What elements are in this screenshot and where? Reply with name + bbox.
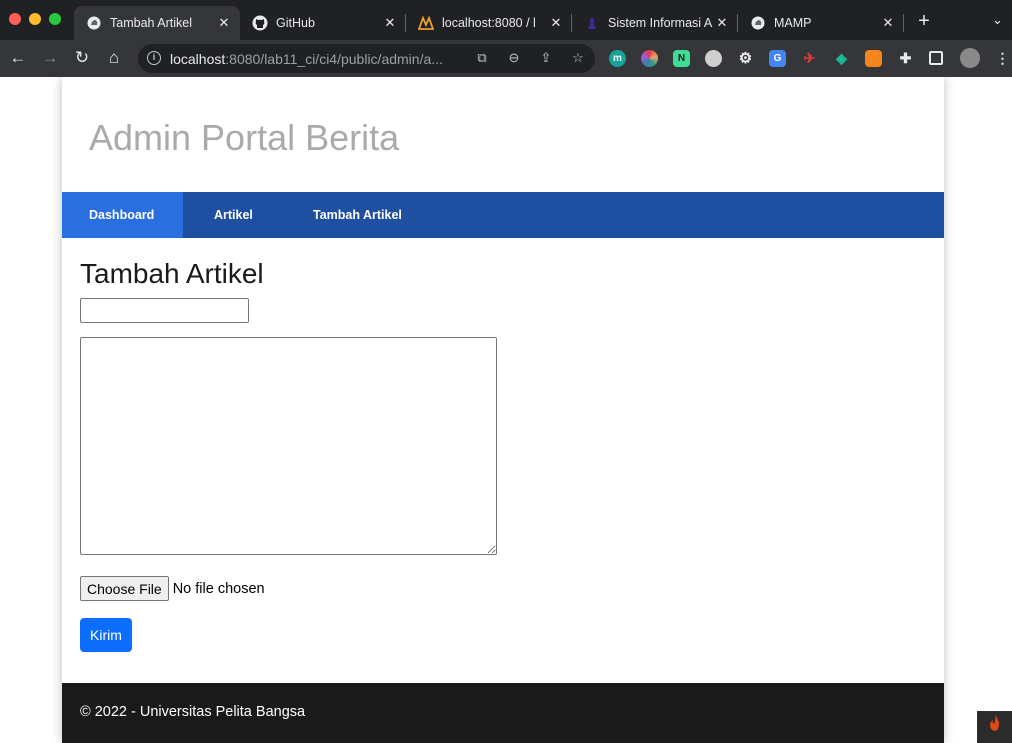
close-icon[interactable]: ✕: [548, 15, 564, 31]
tab-title: MAMP: [774, 16, 812, 30]
tab-phpmyadmin[interactable]: localhost:8080 / l ✕: [406, 6, 572, 40]
avatar[interactable]: [960, 48, 980, 68]
puzzle-extensions-icon[interactable]: ✚: [897, 50, 914, 67]
close-icon[interactable]: ✕: [216, 15, 232, 31]
url-text[interactable]: localhost:8080/lab11_ci/ci4/public/admin…: [170, 51, 443, 67]
metamask-fox-icon[interactable]: [865, 50, 882, 67]
github-icon: [252, 15, 268, 31]
nav-artikel[interactable]: Artikel: [183, 192, 282, 238]
diamond-extension-icon[interactable]: ◈: [833, 50, 850, 67]
site-header: Admin Portal Berita: [62, 77, 944, 192]
content-textarea[interactable]: [80, 337, 497, 555]
browser-toolbar: ← → ↻ ⌂ i localhost:8080/lab11_ci/ci4/pu…: [0, 40, 1012, 77]
new-tab-plus-icon[interactable]: +: [914, 11, 934, 32]
university-icon: [584, 15, 600, 31]
site-title: Admin Portal Berita: [89, 117, 400, 158]
zoom-icon[interactable]: ⊖: [506, 50, 522, 66]
bookmark-star-icon[interactable]: ☆: [570, 50, 586, 66]
info-icon[interactable]: i: [147, 51, 161, 65]
tab-title: Tambah Artikel: [110, 16, 192, 30]
google-translate-icon[interactable]: G: [769, 50, 786, 67]
footer-copyright: © 2022 - Universitas Pelita Bangsa: [80, 704, 306, 720]
tab-mamp[interactable]: MAMP ✕: [738, 6, 904, 40]
forward-arrow-icon[interactable]: →: [40, 48, 60, 68]
tab-separator: [903, 14, 904, 32]
nav-dashboard[interactable]: Dashboard: [62, 192, 183, 238]
close-icon[interactable]: ✕: [382, 15, 398, 31]
tab-tambah-artikel[interactable]: Tambah Artikel ✕: [74, 6, 240, 40]
close-icon[interactable]: ✕: [714, 15, 730, 31]
page-title: Tambah Artikel: [80, 258, 264, 289]
tab-github[interactable]: GitHub ✕: [240, 6, 406, 40]
file-status-text: No file chosen: [172, 580, 265, 597]
mamp-elephant-icon: [86, 15, 102, 31]
tab-title: GitHub: [276, 16, 315, 30]
nav-tambah-artikel[interactable]: Tambah Artikel: [282, 192, 432, 238]
phpmyadmin-icon: [418, 15, 434, 31]
share-icon[interactable]: ⇪: [538, 50, 554, 66]
window-minimize-button[interactable]: [29, 13, 41, 25]
title-input[interactable]: [80, 298, 249, 323]
back-arrow-icon[interactable]: ←: [8, 48, 28, 68]
site-footer: © 2022 - Universitas Pelita Bangsa: [62, 683, 944, 743]
tab-title: Sistem Informasi A: [608, 16, 713, 30]
extension-elephant-icon[interactable]: [705, 50, 722, 67]
window-zoom-button[interactable]: [49, 13, 61, 25]
more-vert-icon[interactable]: ⋮: [994, 50, 1011, 67]
open-external-icon[interactable]: ⧉: [474, 50, 490, 66]
rocket-extension-icon[interactable]: ✈: [801, 50, 818, 67]
home-icon[interactable]: ⌂: [104, 48, 124, 68]
main-nav: Dashboard Artikel Tambah Artikel: [62, 192, 944, 238]
submit-button[interactable]: Kirim: [80, 618, 132, 652]
extension-m-icon[interactable]: m: [609, 50, 626, 67]
mamp-elephant-icon: [750, 15, 766, 31]
chevron-down-icon[interactable]: ⌄: [992, 12, 1003, 28]
side-panel-icon[interactable]: [929, 51, 943, 65]
browser-titlebar: Tambah Artikel ✕ GitHub ✕ localhost:8080…: [0, 0, 1012, 44]
choose-file-button[interactable]: Choose File: [80, 576, 169, 601]
file-input: Choose File No file chosen: [80, 576, 265, 601]
form-section: Tambah Artikel Choose File No file chose…: [80, 258, 497, 652]
address-bar[interactable]: i localhost:8080/lab11_ci/ci4/public/adm…: [138, 44, 595, 73]
extension-n-icon[interactable]: N: [673, 50, 690, 67]
page-viewport: Admin Portal Berita Dashboard Artikel Ta…: [0, 77, 1012, 743]
page-container: Admin Portal Berita Dashboard Artikel Ta…: [62, 77, 944, 743]
color-picker-extension-icon[interactable]: [641, 50, 658, 67]
codeigniter-flame-icon[interactable]: [977, 711, 1012, 743]
reload-icon[interactable]: ↻: [72, 48, 92, 68]
tab-title: localhost:8080 / l: [442, 16, 536, 30]
gear-icon[interactable]: ⚙: [737, 50, 754, 67]
window-close-button[interactable]: [9, 13, 21, 25]
close-icon[interactable]: ✕: [880, 15, 896, 31]
tab-sistem-informasi[interactable]: Sistem Informasi A ✕: [572, 6, 738, 40]
